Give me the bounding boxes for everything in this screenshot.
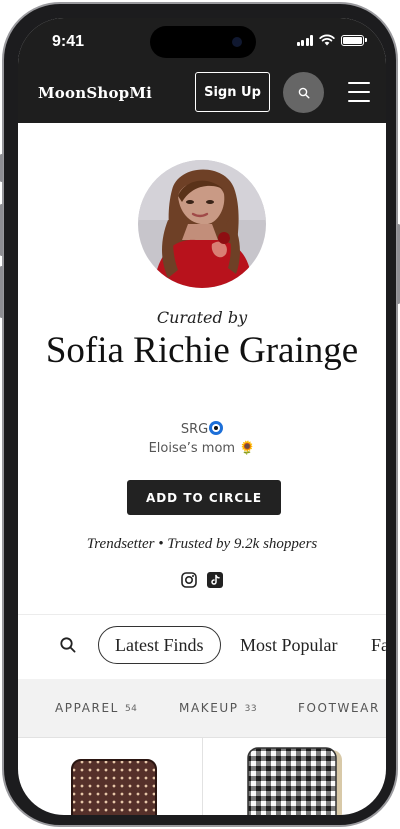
tiktok-icon[interactable] — [207, 572, 223, 588]
product-grid — [18, 737, 386, 815]
add-to-circle-button[interactable]: ADD TO CIRCLE — [127, 480, 281, 515]
instagram-icon[interactable] — [181, 572, 197, 588]
category-bar: APPAREL 54 MAKEUP 33 FOOTWEAR — [18, 679, 386, 737]
search-button[interactable] — [283, 72, 324, 113]
search-icon[interactable] — [58, 635, 78, 655]
curator-bio: Eloise’s mom — [148, 441, 236, 456]
dynamic-island — [150, 26, 256, 58]
curated-by-label: Curated by — [156, 308, 248, 327]
status-icons — [296, 33, 367, 47]
battery-icon — [341, 34, 367, 46]
social-links — [181, 572, 223, 588]
brand-logo[interactable]: MoonShopMi — [38, 84, 152, 102]
category-count: 54 — [124, 704, 138, 714]
camera-icon — [232, 37, 242, 47]
gingham-case-image — [247, 747, 342, 815]
volume-up-button — [0, 204, 3, 256]
curator-handle-line: SRG — [18, 421, 386, 437]
mute-switch — [0, 154, 3, 182]
polka-dot-case-image — [71, 759, 157, 815]
category-footwear[interactable]: FOOTWEAR — [298, 701, 380, 715]
sunflower-icon: 🌻 — [239, 441, 256, 456]
category-label: APPAREL — [55, 701, 119, 715]
sign-up-button[interactable]: Sign Up — [195, 72, 270, 112]
wifi-icon — [319, 34, 335, 46]
menu-icon[interactable] — [348, 82, 370, 102]
product-card[interactable] — [246, 746, 346, 815]
curator-name: Sofia Richie Grainge — [45, 330, 359, 371]
phone-frame: 9:41 MoonShopMi Sign Up Curated by Sofia… — [0, 2, 400, 827]
top-nav: MoonShopMi Sign Up — [18, 68, 386, 123]
tab-most-popular[interactable]: Most Popular — [240, 626, 338, 664]
avatar — [138, 160, 266, 288]
grid-divider — [202, 738, 203, 815]
tab-partial[interactable]: Fa — [371, 626, 386, 664]
tabs-row: Latest Finds Most Popular Fa — [18, 614, 386, 679]
status-bar: 9:41 — [18, 18, 386, 68]
curator-bio-line: Eloise’s mom 🌻 — [18, 441, 386, 456]
volume-down-button — [0, 266, 3, 318]
status-time: 9:41 — [52, 33, 85, 50]
curator-handle: SRG — [180, 422, 209, 437]
evil-eye-icon — [209, 421, 224, 435]
category-apparel[interactable]: APPAREL 54 — [55, 701, 137, 715]
search-icon — [298, 87, 310, 99]
curator-tagline: Trendsetter • Trusted by 9.2k shoppers — [86, 536, 318, 552]
category-label: FOOTWEAR — [298, 701, 380, 715]
tab-latest-finds[interactable]: Latest Finds — [98, 626, 221, 664]
category-label: MAKEUP — [179, 701, 239, 715]
screen: 9:41 MoonShopMi Sign Up Curated by Sofia… — [18, 18, 386, 815]
category-count: 33 — [244, 704, 258, 714]
category-makeup[interactable]: MAKEUP 33 — [179, 701, 257, 715]
signal-icon — [296, 34, 313, 46]
product-card[interactable] — [70, 758, 158, 815]
